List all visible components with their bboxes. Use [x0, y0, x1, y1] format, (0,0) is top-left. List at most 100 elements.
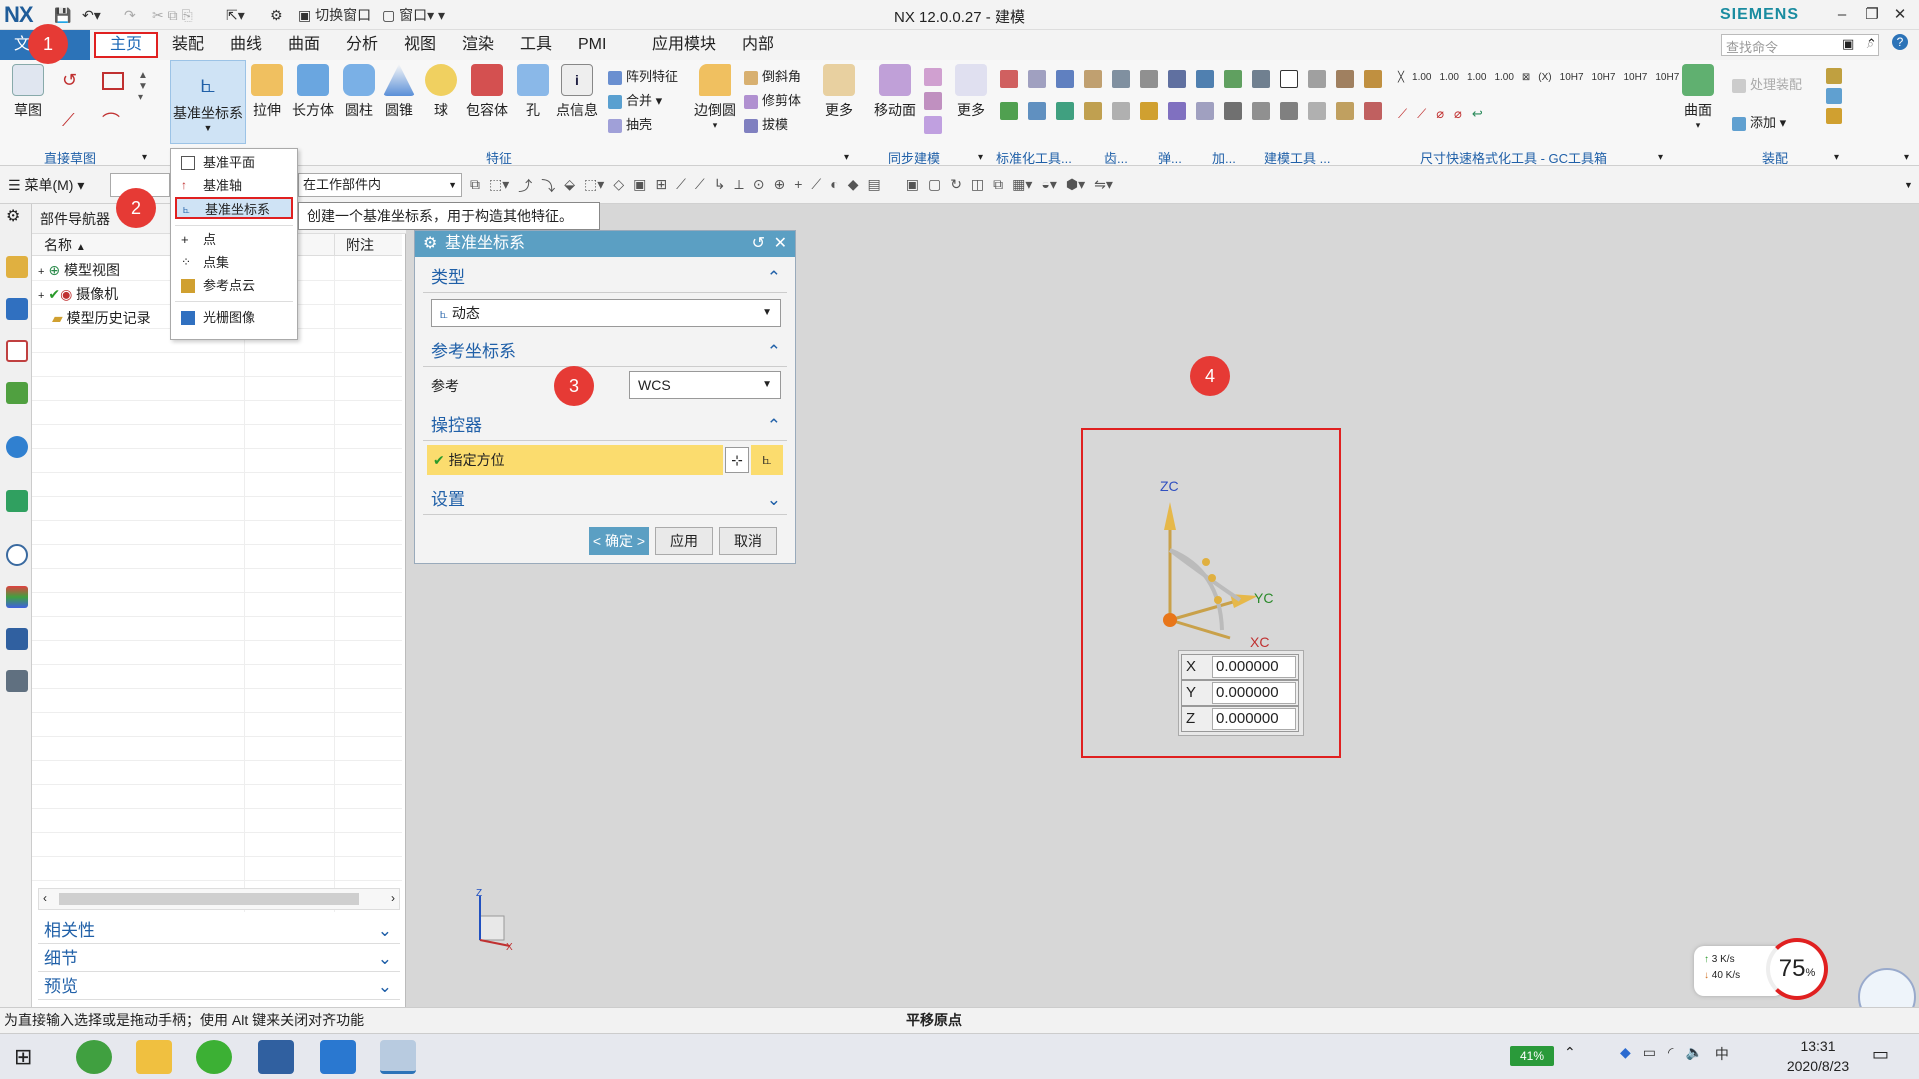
- view-icon[interactable]: ▦▾: [1012, 176, 1032, 196]
- assembly-tool-icon[interactable]: [1826, 88, 1842, 104]
- view-icon[interactable]: ↻: [950, 176, 962, 196]
- tab-0[interactable]: 主页: [94, 32, 159, 58]
- snap-icon[interactable]: ⊙: [753, 176, 765, 196]
- snap-icon[interactable]: ⟂: [734, 176, 743, 196]
- z-coordinate-field[interactable]: Z 0.000000: [1181, 706, 1299, 732]
- rotation-handle[interactable]: [1214, 596, 1222, 604]
- dim-format-icon[interactable]: 1.00: [1467, 72, 1486, 83]
- snap-icon[interactable]: ▤: [867, 176, 880, 196]
- point-dialog-button[interactable]: ⊹: [725, 447, 749, 473]
- menu-item-ref-point-cloud[interactable]: 参考点云: [175, 275, 293, 297]
- sketch-button[interactable]: 草图: [8, 64, 48, 120]
- filter-icon[interactable]: ⬚▾: [489, 176, 509, 196]
- ribbon-options-icon[interactable]: ▣: [1842, 36, 1854, 52]
- app-icon[interactable]: [258, 1040, 294, 1074]
- view-icon[interactable]: ⧉: [993, 176, 1003, 196]
- snap-icon[interactable]: ↳: [714, 176, 726, 196]
- view-icon[interactable]: ▢: [928, 176, 941, 196]
- cancel-button[interactable]: 取消: [719, 527, 777, 555]
- snap-icon[interactable]: ◆: [848, 176, 859, 196]
- snap-icon[interactable]: ◐: [830, 176, 838, 196]
- more-sync-button[interactable]: 更多: [954, 64, 988, 120]
- menu-item-datum-plane[interactable]: 基准平面: [175, 152, 293, 174]
- feature-group-menu-icon[interactable]: ▾: [844, 152, 849, 163]
- search-input[interactable]: 查找命令 ⌕: [1721, 34, 1879, 56]
- modeling-tool-icon[interactable]: [1252, 102, 1270, 120]
- history-clock-icon[interactable]: [6, 544, 28, 566]
- bounding-body-button[interactable]: 包容体: [464, 64, 510, 120]
- roles-icon[interactable]: [6, 670, 28, 692]
- datum-csys-button[interactable]: ⦜ 基准坐标系 ▼: [170, 60, 246, 144]
- spring-tool-icon[interactable]: [1112, 102, 1130, 120]
- menu-item-point[interactable]: + 点: [175, 229, 293, 251]
- dim-format-icon[interactable]: ⌀: [1436, 106, 1444, 122]
- type-select[interactable]: ⦜ 动态 ▼: [431, 299, 781, 327]
- hole-button[interactable]: 孔: [516, 64, 550, 120]
- modeling-tool-icon[interactable]: [1336, 70, 1354, 88]
- menu-item-datum-axis[interactable]: ↑ 基准轴: [175, 175, 293, 197]
- sphere-button[interactable]: 球: [424, 64, 458, 120]
- trim-body-button[interactable]: 修剪体: [744, 90, 801, 112]
- rectangle-icon[interactable]: [102, 72, 124, 90]
- more-features-button[interactable]: 更多: [822, 64, 856, 120]
- chevron-up-icon[interactable]: ⌃: [1564, 1044, 1576, 1061]
- dim-format-icon[interactable]: ⟋: [1417, 106, 1426, 122]
- tab-4[interactable]: 分析: [342, 30, 382, 60]
- view-icon[interactable]: ◒▾: [1041, 176, 1056, 196]
- panel-preview[interactable]: 预览 ⌄: [38, 974, 400, 1000]
- x-value[interactable]: 0.000000: [1212, 656, 1296, 678]
- add-tool-icon[interactable]: [1168, 70, 1186, 88]
- ribbon-overflow-icon[interactable]: ▾: [1904, 152, 1909, 163]
- snap-icon[interactable]: ⬚▾: [584, 176, 604, 196]
- nx-taskbar-icon[interactable]: [380, 1040, 416, 1074]
- arc-icon[interactable]: ⌒: [102, 108, 120, 134]
- view-icon[interactable]: ▣: [906, 176, 919, 196]
- tab-9[interactable]: 应用模块: [648, 30, 720, 60]
- snap-icon[interactable]: ⊞: [655, 176, 667, 196]
- modeling-tool-icon[interactable]: [1224, 70, 1242, 88]
- wechat-icon[interactable]: [196, 1040, 232, 1074]
- settings-gear-icon[interactable]: ⚙: [6, 206, 20, 226]
- std-tool-icon[interactable]: [1028, 70, 1046, 88]
- snap-icon[interactable]: ⟋: [676, 176, 686, 196]
- menu-item-datum-csys[interactable]: ⦜ 基准坐标系: [175, 197, 293, 219]
- chamfer-button[interactable]: 倒斜角: [744, 66, 801, 88]
- dim-format-icon[interactable]: 10H7: [1592, 72, 1616, 83]
- reference-select[interactable]: WCS ▼: [629, 371, 781, 399]
- add-component-button[interactable]: 添加 ▾: [1732, 112, 1786, 134]
- menu-item-point-set[interactable]: ⁘ 点集: [175, 252, 293, 274]
- filter-icon[interactable]: ⧉: [470, 176, 480, 196]
- snap-icon[interactable]: +: [794, 176, 802, 196]
- collapse-ribbon-icon[interactable]: ⌃: [1866, 36, 1877, 52]
- csys-dialog-button[interactable]: ⦜: [751, 445, 783, 475]
- web-browser-icon[interactable]: [6, 490, 28, 512]
- gear-tool-icon[interactable]: [1084, 70, 1102, 88]
- dim-format-icon[interactable]: ⟋: [1398, 106, 1407, 122]
- rotation-arc[interactable]: [1168, 548, 1242, 602]
- dim-group-menu-icon[interactable]: ▾: [1658, 152, 1663, 163]
- draft-button[interactable]: 拔模: [744, 114, 788, 136]
- volume-icon[interactable]: 🔈: [1685, 1044, 1702, 1064]
- system-scene-icon[interactable]: [6, 628, 28, 650]
- menu-button[interactable]: ☰ 菜单(M) ▾: [8, 175, 84, 195]
- windows-start-icon[interactable]: ⊞: [14, 1044, 32, 1070]
- std-tool-icon[interactable]: [1000, 70, 1018, 88]
- minimize-icon[interactable]: –: [1828, 3, 1856, 27]
- close-icon[interactable]: ✕: [774, 231, 787, 257]
- snap-icon[interactable]: ⤵: [541, 176, 555, 196]
- profile-icon[interactable]: ↺: [62, 70, 90, 94]
- dim-format-icon[interactable]: 1.00: [1412, 72, 1431, 83]
- edge-blend-button[interactable]: 边倒圆 ▾: [692, 64, 738, 131]
- memory-usage-ring[interactable]: 75%: [1766, 938, 1828, 1000]
- modeling-tool-icon[interactable]: [1308, 102, 1326, 120]
- surface-button[interactable]: 曲面 ▾: [1680, 64, 1716, 131]
- snap-icon[interactable]: ⬙: [564, 176, 575, 196]
- modeling-tool-icon[interactable]: [1308, 70, 1326, 88]
- restore-icon[interactable]: ❐: [1858, 3, 1886, 27]
- reuse-library-icon[interactable]: [6, 382, 28, 404]
- cone-button[interactable]: 圆锥: [382, 64, 416, 120]
- rotation-handle[interactable]: [1208, 574, 1216, 582]
- origin-handle[interactable]: [1163, 613, 1177, 627]
- apply-button[interactable]: 应用: [655, 527, 713, 555]
- constraint-navigator-icon[interactable]: [6, 298, 28, 320]
